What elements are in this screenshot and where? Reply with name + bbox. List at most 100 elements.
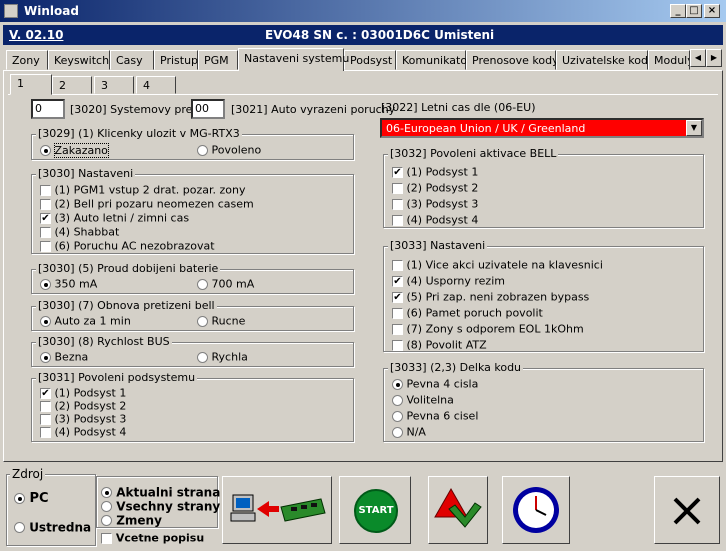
field-3021-label: [3021] Auto vyrazeni poruchy [231, 103, 396, 116]
subtab-2[interactable]: 2 [52, 76, 92, 94]
radio-pevna-4[interactable]: Pevna 4 cisla [392, 377, 478, 391]
radio-label: Zakazano [53, 142, 109, 158]
checkbox-3033-4[interactable]: ✔ (4) Usporny rezim [392, 274, 505, 288]
radio-source-pc[interactable]: PC [14, 491, 49, 506]
tab-nastaveni-systemu[interactable]: Nastaveni systemu [238, 48, 349, 71]
group-3030-5-title: [3030] (5) Proud dobijeni baterie [36, 262, 221, 275]
radio-volitelna[interactable]: Volitelna [392, 393, 454, 407]
radio-icon [197, 144, 208, 156]
subtab-4[interactable]: 4 [136, 76, 176, 94]
checkbox-3033-1[interactable]: (1) Vice akci uzivatele na klavesnici [392, 258, 603, 272]
radio-icon [197, 278, 208, 290]
radio-icon [40, 278, 51, 290]
field-3021-input[interactable]: 00 [191, 99, 225, 119]
checkbox-label: (4) Shabbat [54, 225, 120, 239]
checkbox-label: (4) Usporny rezim [406, 274, 505, 288]
dst-select[interactable]: 06-European Union / UK / Greenland ▼ [380, 118, 704, 138]
radio-auto-1min[interactable]: Auto za 1 min [40, 314, 131, 328]
radio-label: Pevna 4 cisla [406, 377, 479, 391]
checkbox-icon [40, 198, 51, 210]
radio-scope-all[interactable]: Vsechny strany [101, 499, 220, 514]
transfer-to-panel-button[interactable] [222, 476, 332, 544]
subtab-3[interactable]: 3 [94, 76, 134, 94]
checkbox-label: (1) Vice akci uzivatele na klavesnici [406, 258, 603, 272]
radio-label: Auto za 1 min [54, 314, 131, 328]
close-button[interactable] [654, 476, 720, 544]
minimize-button[interactable]: _ [670, 4, 686, 18]
tab-uzivatelske-kody[interactable]: Uzivatelske kody [556, 50, 654, 70]
radio-scope-current[interactable]: Aktualni strana [101, 485, 220, 500]
radio-icon [40, 315, 51, 327]
checkbox-label: (6) Pamet poruch povolit [406, 306, 543, 320]
checkbox-3032-1[interactable]: ✔ (1) Podsyst 1 [392, 165, 478, 179]
checkbox-3030-4[interactable]: (4) Shabbat [40, 225, 119, 239]
close-window-button[interactable]: × [704, 4, 720, 18]
checkbox-3030-3[interactable]: ✔ (3) Auto letni / zimni cas [40, 211, 189, 225]
checkbox-3033-8[interactable]: (8) Povolit ATZ [392, 338, 487, 352]
tab-casy[interactable]: Casy [110, 50, 154, 70]
time-sync-button[interactable] [502, 476, 570, 544]
checkbox-icon [392, 182, 403, 194]
checkbox-icon [40, 184, 51, 196]
radio-rucne[interactable]: Rucne [197, 314, 245, 328]
radio-na[interactable]: N/A [392, 425, 426, 439]
tab-pristup[interactable]: Pristup [154, 50, 198, 70]
radio-label: Aktualni strana [116, 485, 221, 500]
checkbox-3031-1[interactable]: ✔ (1) Podsyst 1 [40, 386, 126, 400]
tab-komunikator[interactable]: Komunikator [396, 50, 472, 70]
radio-label: PC [29, 491, 49, 506]
checkbox-3030-2[interactable]: (2) Bell pri pozaru neomezen casem [40, 197, 254, 211]
radio-source-panel[interactable]: Ustredna [14, 520, 91, 535]
chevron-down-icon[interactable]: ▼ [686, 120, 702, 136]
radio-icon [392, 394, 403, 406]
checkbox-3033-5[interactable]: ✔ (5) Pri zap. neni zobrazen bypass [392, 290, 589, 304]
radio-scope-changes[interactable]: Zmeny [101, 513, 162, 528]
radio-rychla[interactable]: Rychla [197, 350, 248, 364]
checkbox-label: (2) Podsyst 2 [406, 181, 479, 195]
checkbox-3032-3[interactable]: (3) Podsyst 3 [392, 197, 478, 211]
version-link[interactable]: V. 02.10 [9, 28, 63, 42]
radio-700ma[interactable]: 700 mA [197, 277, 254, 291]
checkbox-3032-4[interactable]: (4) Podsyst 4 [392, 213, 478, 227]
start-button[interactable]: START [339, 476, 411, 544]
tab-prenosove-kody[interactable]: Prenosove kody [466, 50, 559, 70]
checkbox-3031-3[interactable]: (3) Podsyst 3 [40, 412, 126, 426]
checkmark-icon: ✔ [40, 387, 51, 399]
checkbox-3033-6[interactable]: (6) Pamet poruch povolit [392, 306, 543, 320]
checkbox-3031-2[interactable]: (2) Podsyst 2 [40, 399, 126, 413]
radio-350ma[interactable]: 350 mA [40, 277, 97, 291]
radio-bezna[interactable]: Bezna [40, 350, 88, 364]
group-3030-8-title: [3030] (8) Rychlost BUS [36, 335, 172, 348]
checkbox-3033-7[interactable]: (7) Zony s odporem EOL 1kOhm [392, 322, 584, 336]
subtab-1[interactable]: 1 [10, 74, 52, 95]
radio-label: 700 mA [211, 277, 255, 291]
field-3020-input[interactable]: 0 [31, 99, 65, 119]
radio-icon [392, 426, 403, 438]
checkbox-label: (7) Zony s odporem EOL 1kOhm [406, 322, 584, 336]
group-3032-title: [3032] Povoleni aktivace BELL [388, 147, 559, 160]
tabs-scroll-left-icon[interactable]: ◀ [690, 49, 706, 67]
radio-label: Volitelna [406, 393, 454, 407]
tab-podsyst[interactable]: Podsyst [344, 50, 396, 70]
checkbox-3032-2[interactable]: (2) Podsyst 2 [392, 181, 478, 195]
checkbox-icon [392, 198, 403, 210]
error-report-button[interactable] [428, 476, 488, 544]
radio-pevna-6[interactable]: Pevna 6 cisel [392, 409, 478, 423]
checkbox-3030-1[interactable]: (1) PGM1 vstup 2 drat. pozar. zony [40, 183, 246, 197]
tab-zony[interactable]: Zony [6, 50, 48, 70]
radio-icon [101, 515, 112, 526]
tabs-scroll-right-icon[interactable]: ▶ [706, 49, 722, 67]
checkbox-icon [392, 307, 403, 319]
tab-pgm[interactable]: PGM [198, 50, 238, 70]
maximize-button[interactable]: □ [686, 4, 702, 18]
group-3022-title: [3022] Letni cas dle (06-EU) [381, 101, 536, 114]
checkbox-icon [392, 323, 403, 335]
checkbox-label: (2) Bell pri pozaru neomezen casem [54, 197, 254, 211]
checkbox-3031-4[interactable]: (4) Podsyst 4 [40, 425, 126, 439]
tab-moduly[interactable]: Moduly [648, 50, 690, 70]
checkbox-include-desc[interactable]: Vcetne popisu [101, 531, 204, 545]
radio-3029-zakazano[interactable]: Zakazano [40, 142, 109, 158]
tab-keyswitch[interactable]: Keyswitch [48, 50, 110, 70]
checkbox-3030-6[interactable]: (6) Poruchu AC nezobrazovat [40, 239, 215, 253]
radio-3029-povoleno[interactable]: Povoleno [197, 143, 261, 157]
